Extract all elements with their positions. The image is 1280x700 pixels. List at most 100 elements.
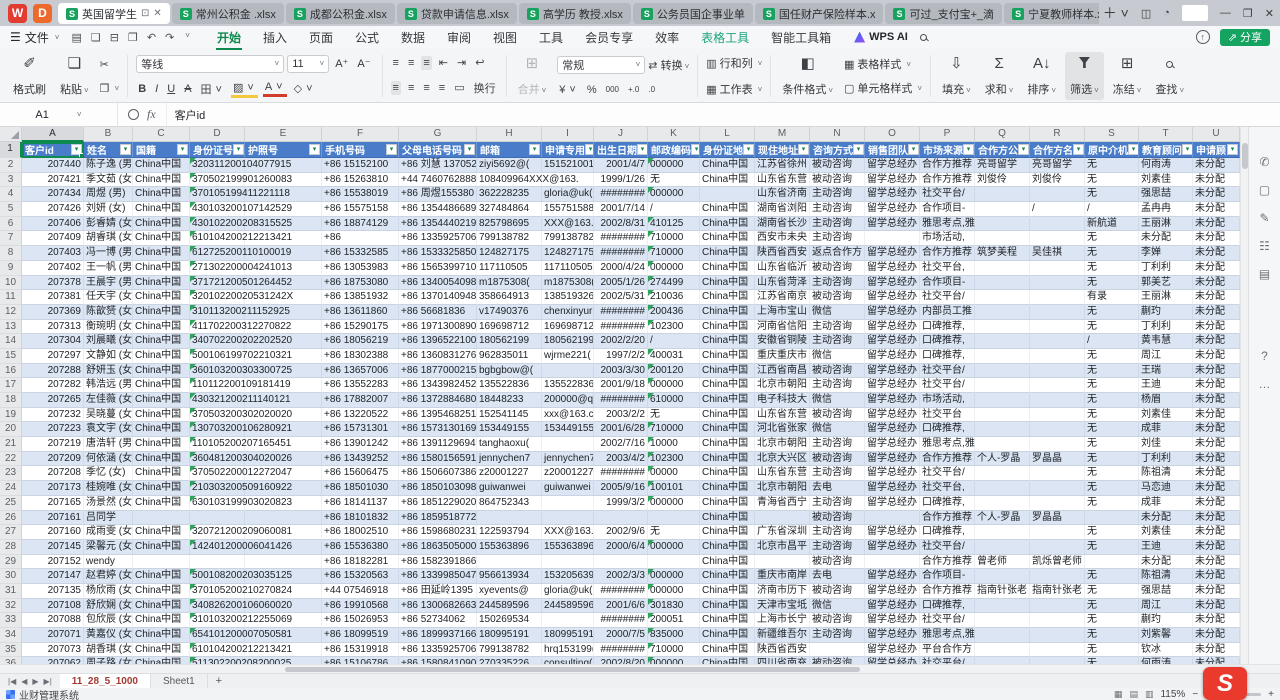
- cell-A6[interactable]: 207406: [22, 217, 84, 232]
- row-header-20[interactable]: 20: [0, 422, 22, 437]
- cell-J20[interactable]: 2001/6/28: [594, 422, 648, 437]
- cell-C29[interactable]: [133, 555, 190, 570]
- cell-L13[interactable]: China中国: [700, 320, 755, 335]
- document-tab-7[interactable]: S国任财产保险样本.x: [755, 3, 884, 24]
- cell-N23[interactable]: 主动咨询: [810, 466, 865, 481]
- cell-O6[interactable]: 留学总经办: [865, 217, 920, 232]
- filter-dropdown-icon[interactable]: ▾: [1018, 144, 1029, 155]
- cell-H16[interactable]: bgbgbow@(: [477, 364, 542, 379]
- cell-L33[interactable]: China中国: [700, 613, 755, 628]
- cell-K7[interactable]: 710000: [648, 231, 700, 246]
- column-header-A[interactable]: A: [22, 127, 84, 142]
- cell-A7[interactable]: 207409: [22, 231, 84, 246]
- cell-I24[interactable]: guiwanwei: [542, 481, 594, 496]
- cell-R9[interactable]: [1030, 261, 1085, 276]
- cell-T29[interactable]: 未分配: [1139, 555, 1193, 570]
- cell-I23[interactable]: z20001227: [542, 466, 594, 481]
- filter-dropdown-icon[interactable]: ▾: [743, 144, 754, 155]
- cell-O4[interactable]: 留学总经办: [865, 187, 920, 202]
- cell-A33[interactable]: 207088: [22, 613, 84, 628]
- cell-F6[interactable]: +86 18874129: [322, 217, 399, 232]
- cell-N5[interactable]: 主动咨询: [810, 202, 865, 217]
- header-cell-B1[interactable]: 姓名▾: [84, 142, 133, 158]
- header-cell-Q1[interactable]: 合作方公▾: [975, 142, 1030, 158]
- cell-I32[interactable]: 244589596: [542, 599, 594, 614]
- cell-B26[interactable]: 吕同学: [84, 511, 133, 526]
- cell-B4[interactable]: 周煜 (男): [84, 187, 133, 202]
- cell-A25[interactable]: 207165: [22, 496, 84, 511]
- cell-H19[interactable]: 152541145: [477, 408, 542, 423]
- cell-U16[interactable]: 未分配: [1193, 364, 1240, 379]
- cell-P30[interactable]: 合作项目-: [920, 569, 975, 584]
- percent-button[interactable]: %: [585, 83, 599, 97]
- bold-button[interactable]: B: [136, 82, 148, 96]
- cell-S23[interactable]: 无: [1085, 466, 1139, 481]
- column-header-L[interactable]: L: [700, 127, 755, 142]
- cell-D24[interactable]: 210303200509160922: [190, 481, 245, 496]
- cell-O21[interactable]: 留学总经办: [865, 437, 920, 452]
- cell-F4[interactable]: +86 15538019: [322, 187, 399, 202]
- cell-S9[interactable]: 无: [1085, 261, 1139, 276]
- cell-M11[interactable]: 江苏省南京: [755, 290, 810, 305]
- cell-U13[interactable]: 未分配: [1193, 320, 1240, 335]
- header-cell-N1[interactable]: 咨询方式▾: [810, 142, 865, 158]
- cell-H10[interactable]: m1875308(: [477, 276, 542, 291]
- cell-L14[interactable]: China中国: [700, 334, 755, 349]
- cell-I15[interactable]: wjrme221(: [542, 349, 594, 364]
- row-header-4[interactable]: 4: [0, 187, 22, 202]
- cell-F22[interactable]: +86 13439252: [322, 452, 399, 467]
- cell-Q22[interactable]: 个人-罗晶: [975, 452, 1030, 467]
- cell-J30[interactable]: 2002/3/3: [594, 569, 648, 584]
- cell-B21[interactable]: 唐浩轩 (男: [84, 437, 133, 452]
- cell-G4[interactable]: +86 周煜155380: [399, 187, 477, 202]
- cell-U22[interactable]: 未分配: [1193, 452, 1240, 467]
- cell-H11[interactable]: 358664913: [477, 290, 542, 305]
- cell-H31[interactable]: xyevents@: [477, 584, 542, 599]
- cell-L6[interactable]: China中国: [700, 217, 755, 232]
- export-icon[interactable]: ❏: [91, 31, 101, 44]
- document-tab-3[interactable]: S成都公积金.xlsx: [286, 3, 395, 24]
- cell-D5[interactable]: 430103200107142529: [190, 202, 245, 217]
- cell-U30[interactable]: 未分配: [1193, 569, 1240, 584]
- cell-L18[interactable]: China中国: [700, 393, 755, 408]
- cell-D33[interactable]: 310103200212255069: [190, 613, 245, 628]
- cell-I17[interactable]: 135522836: [542, 378, 594, 393]
- cell-H17[interactable]: 135522836: [477, 378, 542, 393]
- cell-A26[interactable]: 207161: [22, 511, 84, 526]
- cell-C12[interactable]: China中国: [133, 305, 190, 320]
- cell-S21[interactable]: 无: [1085, 437, 1139, 452]
- cell-F24[interactable]: +86 18501030: [322, 481, 399, 496]
- cell-B8[interactable]: 冯一博 (男: [84, 246, 133, 261]
- cell-Q3[interactable]: 刘俊伶: [975, 173, 1030, 188]
- cell-H25[interactable]: 864752343: [477, 496, 542, 511]
- cell-L4[interactable]: [700, 187, 755, 202]
- row-header-33[interactable]: 33: [0, 613, 22, 628]
- cell-N8[interactable]: 返点合作方: [810, 246, 865, 261]
- paste-button[interactable]: ❏粘贴˅: [55, 52, 94, 100]
- column-header-P[interactable]: P: [920, 127, 975, 142]
- cell-D10[interactable]: 371721200501264452: [190, 276, 245, 291]
- cell-H21[interactable]: tanghaoxu(: [477, 437, 542, 452]
- cell-L11[interactable]: China中国: [700, 290, 755, 305]
- cell-M7[interactable]: 西安市未央: [755, 231, 810, 246]
- cell-S22[interactable]: 无: [1085, 452, 1139, 467]
- cell-S5[interactable]: /: [1085, 202, 1139, 217]
- cell-R4[interactable]: [1030, 187, 1085, 202]
- cell-H34[interactable]: 180995191: [477, 628, 542, 643]
- cell-R30[interactable]: [1030, 569, 1085, 584]
- cell-K4[interactable]: 000000: [648, 187, 700, 202]
- cell-J13[interactable]: ########: [594, 320, 648, 335]
- cell-Q10[interactable]: [975, 276, 1030, 291]
- cell-G35[interactable]: +86 1335925706: [399, 643, 477, 658]
- fill-color-button[interactable]: ▨˅: [231, 80, 258, 98]
- cell-M16[interactable]: 江西省南昌: [755, 364, 810, 379]
- cell-J24[interactable]: 2005/9/16: [594, 481, 648, 496]
- cell-C31[interactable]: China中国: [133, 584, 190, 599]
- cell-N33[interactable]: 被动咨询: [810, 613, 865, 628]
- cell-P23[interactable]: 社交平台/: [920, 466, 975, 481]
- cell-H8[interactable]: 124827175: [477, 246, 542, 261]
- search-icon[interactable]: [920, 34, 927, 41]
- cell-I21[interactable]: [542, 437, 594, 452]
- cell-D31[interactable]: 370105200210270824: [190, 584, 245, 599]
- cell-T30[interactable]: 陈祖清: [1139, 569, 1193, 584]
